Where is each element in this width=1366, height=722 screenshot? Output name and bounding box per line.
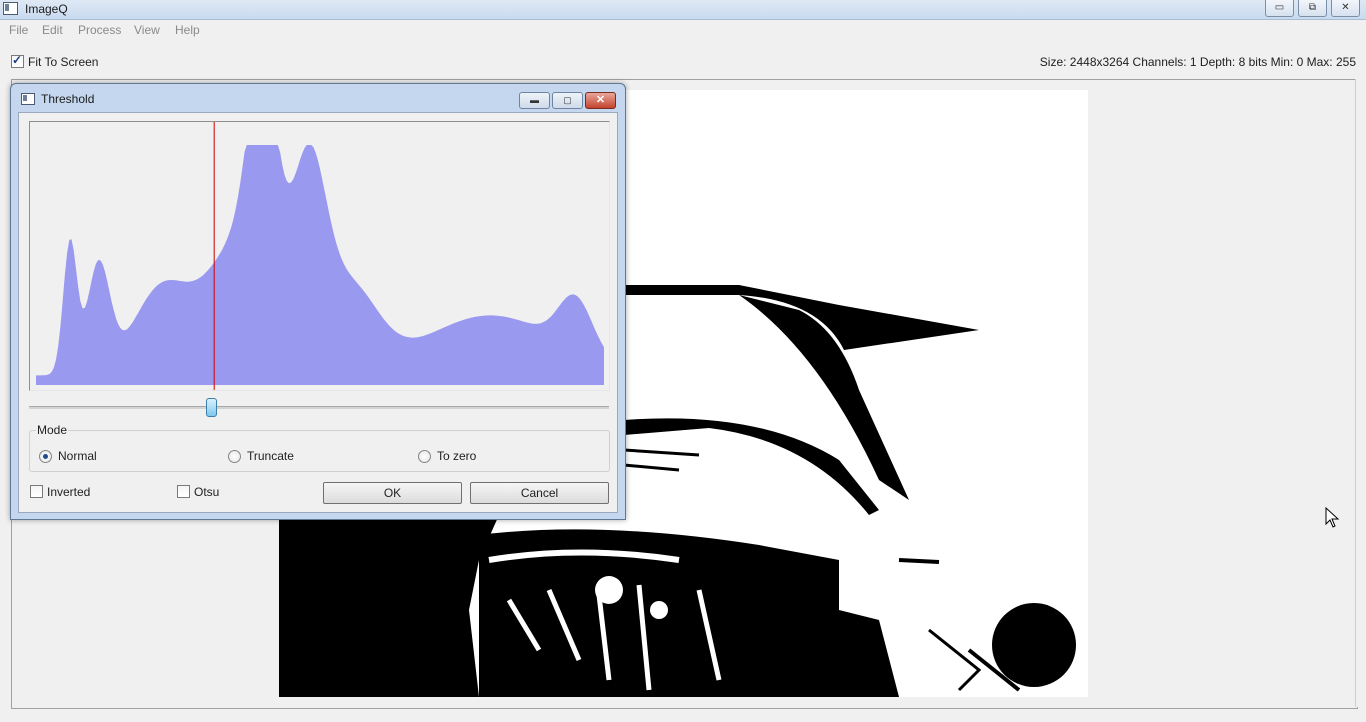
inverted-label: Inverted bbox=[47, 485, 91, 499]
dialog-title: Threshold bbox=[41, 92, 95, 106]
mode-tozero-radio[interactable] bbox=[418, 450, 431, 463]
cancel-button[interactable]: Cancel bbox=[470, 482, 609, 504]
mode-truncate-radio[interactable] bbox=[228, 450, 241, 463]
app-title: ImageQ bbox=[25, 2, 68, 16]
menu-edit[interactable]: Edit bbox=[42, 23, 63, 37]
menu-file[interactable]: File bbox=[9, 23, 28, 37]
mode-group-title: Mode bbox=[36, 423, 69, 437]
menu-help[interactable]: Help bbox=[175, 23, 200, 37]
app-titlebar: ImageQ ▭ ⧉ ✕ bbox=[0, 0, 1366, 20]
restore-button[interactable]: ⧉ bbox=[1298, 0, 1327, 17]
threshold-slider-track[interactable] bbox=[29, 406, 609, 409]
menu-view[interactable]: View bbox=[134, 23, 160, 37]
mode-groupbox bbox=[29, 430, 610, 472]
threshold-slider-handle[interactable] bbox=[205, 398, 217, 417]
fit-to-screen-label: Fit To Screen bbox=[28, 55, 99, 69]
inverted-checkbox[interactable] bbox=[30, 485, 43, 498]
mode-truncate-label: Truncate bbox=[247, 449, 294, 463]
histogram-panel bbox=[29, 121, 610, 391]
otsu-checkbox[interactable] bbox=[177, 485, 190, 498]
app-icon bbox=[3, 2, 18, 15]
close-button[interactable]: ✕ bbox=[1331, 0, 1360, 17]
dialog-minimize-button[interactable]: ▬ bbox=[519, 92, 550, 109]
dialog-icon bbox=[21, 93, 35, 105]
threshold-dialog: Threshold ▬ ▢ ✕ Mode Normal Truncate To … bbox=[10, 83, 626, 520]
mode-normal-label: Normal bbox=[58, 449, 97, 463]
otsu-label: Otsu bbox=[194, 485, 220, 499]
histogram-bars bbox=[36, 145, 604, 385]
ok-button[interactable]: OK bbox=[323, 482, 462, 504]
dialog-maximize-button[interactable]: ▢ bbox=[552, 92, 583, 109]
histogram-chart bbox=[36, 122, 604, 390]
mode-normal-radio[interactable] bbox=[39, 450, 52, 463]
image-info: Size: 2448x3264 Channels: 1 Depth: 8 bit… bbox=[1039, 55, 1356, 69]
dialog-close-button[interactable]: ✕ bbox=[585, 92, 616, 109]
dialog-body: Mode Normal Truncate To zero Inverted Ot… bbox=[18, 112, 618, 513]
minimize-button[interactable]: ▭ bbox=[1265, 0, 1294, 17]
menu-process[interactable]: Process bbox=[78, 23, 121, 37]
viewer-scroll-edge bbox=[1355, 79, 1362, 707]
menu-bar: File Edit Process View Help bbox=[0, 20, 1366, 40]
fit-to-screen-checkbox[interactable] bbox=[11, 53, 24, 68]
mouse-cursor-icon bbox=[1325, 507, 1340, 528]
window-controls: ▭ ⧉ ✕ bbox=[1261, 0, 1360, 17]
mode-tozero-label: To zero bbox=[437, 449, 477, 463]
